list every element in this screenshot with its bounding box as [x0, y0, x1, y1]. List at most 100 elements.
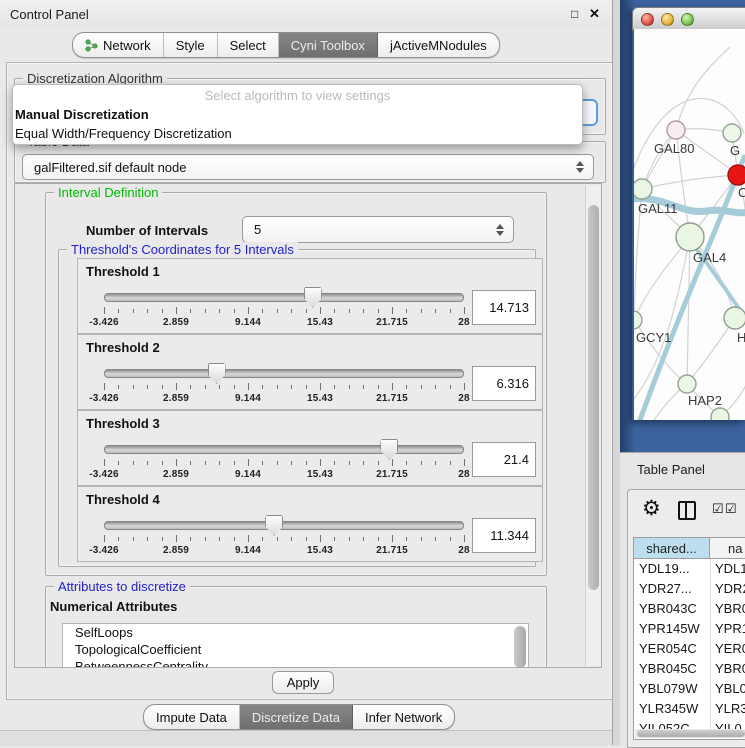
threshold-3-slider[interactable]: -3.4262.8599.14415.4321.71528: [104, 437, 464, 477]
table-row[interactable]: YBR043C YBR0: [634, 599, 745, 619]
table-data-combobox-value: galFiltered.sif default node: [23, 160, 572, 175]
node-h[interactable]: [724, 307, 745, 329]
node-gal80[interactable]: [667, 121, 685, 139]
cell-name[interactable]: YBL0: [715, 679, 745, 699]
threshold-1-value-field[interactable]: 14.713: [472, 290, 536, 325]
column-header-shared-name[interactable]: shared...: [634, 538, 710, 559]
cell-shared-name[interactable]: YBR045C: [639, 659, 708, 679]
cell-name[interactable]: YBR0: [715, 599, 745, 619]
slider-ticks: [104, 383, 464, 391]
apply-button[interactable]: Apply: [272, 671, 334, 694]
node-gal4[interactable]: [676, 223, 704, 251]
table-horizontal-scrollbar[interactable]: [635, 729, 745, 738]
attribute-item[interactable]: SelfLoops: [63, 624, 528, 641]
checkbox-icon[interactable]: ☑: [712, 501, 724, 517]
threshold-3-value-field[interactable]: 21.4: [472, 442, 536, 477]
number-of-intervals-value: 5: [243, 222, 492, 237]
control-panel-titlebar: Control Panel □ ✕: [0, 0, 620, 28]
tab-infer-network[interactable]: Infer Network: [353, 705, 454, 729]
settings-vertical-scrollbar[interactable]: [585, 185, 601, 666]
cell-name[interactable]: YLR3: [715, 699, 745, 719]
column-header-name[interactable]: na: [710, 538, 745, 559]
cell-shared-name[interactable]: YBL079W: [639, 679, 708, 699]
tab-jactivemnodules[interactable]: jActiveMNodules: [378, 33, 499, 57]
threshold-4-value-field[interactable]: 11.344: [472, 518, 536, 553]
tab-discretize-data[interactable]: Discretize Data: [240, 705, 353, 729]
slider-thumb[interactable]: [380, 439, 398, 460]
threshold-2-slider[interactable]: -3.4262.8599.14415.4321.71528: [104, 361, 464, 401]
column-layout-icon[interactable]: [678, 501, 696, 520]
node-label-gcy1: GCY1: [636, 330, 671, 345]
threshold-4-slider[interactable]: -3.4262.8599.14415.4321.71528: [104, 513, 464, 553]
checkbox-icon[interactable]: ☑: [725, 501, 737, 517]
network-window-titlebar[interactable]: [632, 7, 745, 31]
threshold-2-row: Threshold 2 -3.4262.8599.14415.4321.7152…: [77, 334, 543, 410]
cell-shared-name[interactable]: YBR043C: [639, 599, 708, 619]
numerical-attributes-header: Numerical Attributes: [50, 599, 177, 614]
table-data-combobox[interactable]: galFiltered.sif default node: [22, 154, 594, 180]
scrollbar-thumb[interactable]: [637, 730, 745, 737]
slider-track[interactable]: [104, 369, 464, 378]
node-g[interactable]: [723, 124, 741, 142]
threshold-1-row: Threshold 1 -3.4262.8599.14415.4321.7152…: [77, 258, 543, 334]
cell-shared-name[interactable]: YPR145W: [639, 619, 708, 639]
tab-impute-data[interactable]: Impute Data: [144, 705, 240, 729]
table-row[interactable]: YDR27... YDR2: [634, 579, 745, 599]
network-graph[interactable]: GAL80 G C GAL11 GAL4 GCY1 H HAP2: [634, 29, 745, 420]
slider-ticks: [104, 307, 464, 315]
node-red-selected[interactable]: [728, 165, 745, 185]
cell-name[interactable]: YPR1: [715, 619, 745, 639]
algorithm-option-manual[interactable]: Manual Discretization: [13, 105, 582, 124]
slider-track[interactable]: [104, 293, 464, 302]
scrollbar-thumb[interactable]: [588, 205, 599, 590]
slider-thumb[interactable]: [304, 287, 322, 308]
slider-thumb[interactable]: [265, 515, 283, 536]
algorithm-option-equal-width[interactable]: Equal Width/Frequency Discretization: [13, 124, 582, 143]
gear-icon[interactable]: ⚙: [642, 496, 661, 521]
table-row[interactable]: YLR345W YLR3: [634, 699, 745, 719]
attribute-item[interactable]: TopologicalCoefficient: [63, 641, 528, 658]
attribute-item[interactable]: BetweennessCentrality: [63, 658, 528, 668]
numerical-attributes-list[interactable]: SelfLoops TopologicalCoefficient Between…: [62, 623, 529, 668]
tab-style[interactable]: Style: [164, 33, 218, 57]
close-traffic-light-icon[interactable]: [641, 13, 654, 26]
slider-track[interactable]: [104, 521, 464, 530]
threshold-1-slider[interactable]: -3.4262.8599.14415.4321.71528: [104, 285, 464, 325]
table-row[interactable]: YER054C YER0: [634, 639, 745, 659]
cell-shared-name[interactable]: YER054C: [639, 639, 708, 659]
table-row[interactable]: YBL079W YBL0: [634, 679, 745, 699]
slider-thumb[interactable]: [208, 363, 226, 384]
node-hap2[interactable]: [678, 375, 696, 393]
node-bottom[interactable]: [711, 408, 729, 420]
bottom-filler: [0, 730, 620, 746]
tab-cyni-toolbox[interactable]: Cyni Toolbox: [279, 33, 378, 57]
number-of-intervals-spinner[interactable]: 5: [242, 216, 514, 243]
cell-shared-name[interactable]: YDL19...: [639, 559, 708, 579]
bottom-tab-bar: Impute Data Discretize Data Infer Networ…: [143, 704, 455, 730]
node-gal11[interactable]: [634, 179, 652, 199]
cell-name[interactable]: YBR0: [715, 659, 745, 679]
float-window-icon[interactable]: □: [571, 7, 578, 21]
tab-network[interactable]: Network: [73, 33, 164, 57]
node-gcy1[interactable]: [634, 311, 642, 329]
network-view-window[interactable]: GAL80 G C GAL11 GAL4 GCY1 H HAP2: [632, 7, 745, 420]
cell-name[interactable]: YDL1: [715, 559, 745, 579]
tab-infer-network-label: Infer Network: [365, 710, 442, 725]
cell-shared-name[interactable]: YDR27...: [639, 579, 708, 599]
cell-name[interactable]: YER0: [715, 639, 745, 659]
zoom-traffic-light-icon[interactable]: [681, 13, 694, 26]
threshold-2-value-field[interactable]: 6.316: [472, 366, 536, 401]
table-row[interactable]: YPR145W YPR1: [634, 619, 745, 639]
close-icon[interactable]: ✕: [589, 6, 600, 22]
table-row[interactable]: YDL19... YDL1: [634, 559, 745, 579]
tab-select[interactable]: Select: [218, 33, 279, 57]
minimize-traffic-light-icon[interactable]: [661, 13, 674, 26]
table-row[interactable]: YBR045C YBR0: [634, 659, 745, 679]
attributes-list-scrollbar[interactable]: [514, 626, 526, 668]
cell-name[interactable]: YDR2: [715, 579, 745, 599]
network-canvas[interactable]: GAL80 G C GAL11 GAL4 GCY1 H HAP2: [633, 29, 745, 420]
slider-scale-labels: -3.4262.8599.14415.4321.71528: [104, 469, 464, 481]
slider-track[interactable]: [104, 445, 464, 454]
tab-network-label: Network: [103, 38, 151, 53]
cell-shared-name[interactable]: YLR345W: [639, 699, 708, 719]
